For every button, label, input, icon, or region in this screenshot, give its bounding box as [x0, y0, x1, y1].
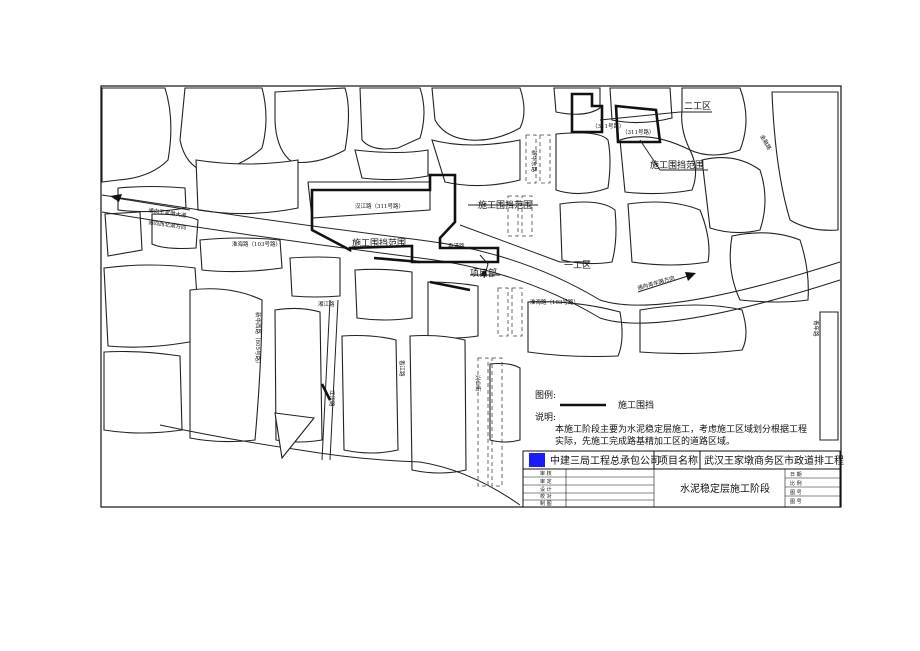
legend-heading: 图例: [535, 389, 556, 401]
project-label: 项目名称 [658, 454, 698, 467]
road-label-r8: 新华西路（805号路） [254, 312, 262, 367]
road-label-r12: （311号路） [622, 128, 655, 136]
road-label-r11: （311号路） [592, 122, 625, 130]
road-label-r2: 淮海路（103号路） [232, 240, 281, 248]
notes-line-2: 实际，先施工完成路基精加工区的道路区域。 [555, 435, 735, 447]
notes-line-1: 本施工阶段主要为水泥稳定层施工，考虑施工区域划分根据工程 [555, 423, 807, 435]
tb-left-row-4: 制 图 [540, 500, 552, 507]
legend-item-label: 施工围挡 [618, 399, 654, 411]
road-label-r16: 青年路 [812, 320, 820, 337]
company-logo [529, 453, 545, 467]
road-label-r1: 汉江路（311号路） [355, 202, 404, 210]
road-label-r4: 湘江路 [318, 300, 335, 308]
callout-project-dept: 项目部 [470, 267, 497, 279]
road-label-r6: 新华东路 [530, 150, 538, 173]
tb-left-row-2: 设 计 [540, 486, 552, 493]
callout-zone2: 二工区 [684, 101, 711, 112]
road-label-r10: 香港路 [448, 242, 465, 250]
project-name: 武汉王家墩商务区市政道排工程 [704, 454, 844, 467]
callout-fence-top: 施工围挡范围 [650, 159, 704, 171]
drawing-title: 水泥稳定层施工阶段 [680, 482, 770, 495]
callout-zone1: 一工区 [564, 260, 591, 271]
tb-left-row-1: 审 定 [540, 478, 552, 485]
road-label-r5: 兴业街 [474, 375, 482, 392]
tb-right-row-1: 比 例 [790, 480, 802, 487]
tb-right-row-0: 日 期 [790, 472, 802, 478]
tb-right-row-2: 图 号 [790, 490, 802, 496]
road-label-r3: 淮海路（103号路） [530, 298, 579, 306]
callout-fence-mid: 施工围挡范围 [478, 199, 532, 211]
road-label-r7: 香江路 [398, 360, 406, 377]
callout-fence-left: 施工围挡范围 [352, 237, 406, 249]
tb-left-row-3: 校 对 [540, 493, 552, 500]
road-label-r9: 江汉路 [328, 390, 336, 407]
tb-left-row-0: 审 核 [540, 470, 552, 477]
tb-right-row-3: 图 号 [790, 499, 802, 505]
notes-heading: 说明: [535, 411, 556, 423]
site-plan-map: 二工区 施工围挡范围 施工围挡范围 施工围挡范围 一工区 项目部 汉江路（311… [100, 85, 844, 508]
company-name: 中建三局工程总承包公司 [550, 454, 660, 467]
